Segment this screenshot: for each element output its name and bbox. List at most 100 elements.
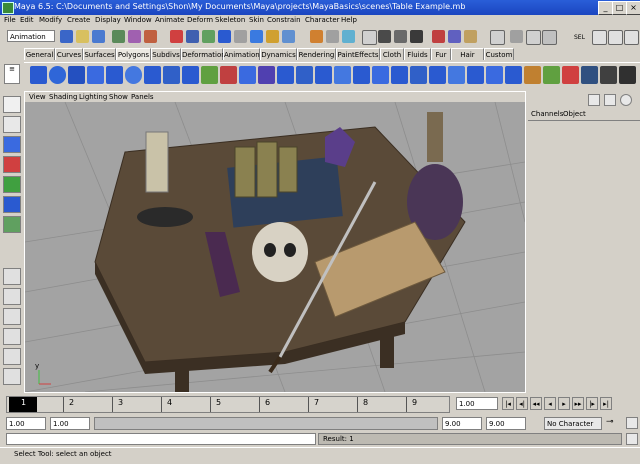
menu-create[interactable]: Create: [67, 16, 90, 24]
step-back-key-button[interactable]: ◂◂: [530, 397, 542, 410]
extrude-edge-icon[interactable]: [353, 66, 370, 84]
delete-edge-icon[interactable]: [562, 66, 579, 84]
menu-set-dropdown[interactable]: Animation: [7, 30, 55, 42]
open-scene-icon[interactable]: [76, 30, 89, 43]
select-object-icon[interactable]: [128, 30, 141, 43]
poly-torus-icon[interactable]: [125, 66, 142, 84]
vp-menu-panels[interactable]: Panels: [131, 93, 154, 101]
play-forwards-button[interactable]: ▸: [558, 397, 570, 410]
vp-menu-lighting[interactable]: Lighting: [79, 93, 107, 101]
combine-icon[interactable]: [201, 66, 218, 84]
start-time-field[interactable]: 1.00: [6, 417, 46, 430]
mask-dynamics-icon[interactable]: [250, 30, 263, 43]
boolean-union-icon[interactable]: [277, 66, 294, 84]
planar-map-icon[interactable]: [619, 66, 636, 84]
layout-two-icon[interactable]: [3, 308, 21, 325]
channel-toggle-icon[interactable]: [526, 30, 541, 45]
menu-constrain[interactable]: Constrain: [267, 16, 301, 24]
separate-icon[interactable]: [220, 66, 237, 84]
tab-channels[interactable]: Channels: [531, 110, 563, 118]
tab-fur[interactable]: Fur: [431, 48, 451, 60]
extract-icon[interactable]: [239, 66, 256, 84]
sel-options-icon[interactable]: [624, 30, 639, 45]
vp-menu-show[interactable]: Show: [109, 93, 128, 101]
poly-pyramid-icon[interactable]: [163, 66, 180, 84]
perspective-viewport[interactable]: View Shading Lighting Show Panels y: [24, 91, 526, 393]
bevel-icon[interactable]: [448, 66, 465, 84]
history-icon[interactable]: [362, 30, 377, 45]
uv-editor-icon[interactable]: [581, 66, 598, 84]
select-hierarchy-icon[interactable]: [112, 30, 125, 43]
menu-display[interactable]: Display: [95, 16, 121, 24]
step-forward-key-button[interactable]: ▸▸: [572, 397, 584, 410]
collapse-icon[interactable]: [543, 66, 560, 84]
tab-hair[interactable]: Hair: [451, 48, 484, 60]
go-to-end-button[interactable]: ▸|: [600, 397, 612, 410]
layout-four-icon[interactable]: [3, 288, 21, 305]
poly-pipe-icon[interactable]: [182, 66, 199, 84]
vp-menu-shading[interactable]: Shading: [49, 93, 77, 101]
menu-help[interactable]: Help: [341, 16, 357, 24]
layout-outliner-icon[interactable]: [3, 368, 21, 385]
time-ruler[interactable]: 1 2 3 4 5 6 7 8 9: [6, 396, 450, 413]
command-input[interactable]: [6, 433, 316, 445]
new-scene-icon[interactable]: [60, 30, 73, 43]
toggle-mode2-icon[interactable]: [448, 30, 461, 43]
poly-cube-icon[interactable]: [30, 66, 47, 84]
tab-curves[interactable]: Curves: [55, 48, 83, 60]
soft-mod-tool-icon[interactable]: [3, 216, 21, 233]
snap-grid-icon[interactable]: [310, 30, 323, 43]
move-tool-icon[interactable]: [3, 136, 21, 153]
checker-icon[interactable]: [600, 66, 617, 84]
select-tool-icon[interactable]: [3, 96, 21, 113]
sel-field-icon[interactable]: [592, 30, 607, 45]
menu-skin[interactable]: Skin: [249, 16, 264, 24]
poly-cone-icon[interactable]: [87, 66, 104, 84]
quick-select-icon[interactable]: [464, 30, 477, 43]
layout-single-icon[interactable]: [3, 268, 21, 285]
tab-custom[interactable]: Custom: [484, 48, 514, 60]
lasso-tool-icon[interactable]: [3, 116, 21, 133]
poly-cylinder-icon[interactable]: [68, 66, 85, 84]
snap-point-icon[interactable]: [342, 30, 355, 43]
playback-start-field[interactable]: 1.00: [50, 417, 90, 430]
tab-dynamics[interactable]: Dynamics: [260, 48, 297, 60]
menu-skeleton[interactable]: Skeleton: [215, 16, 245, 24]
end-time-field[interactable]: 9.00: [486, 417, 526, 430]
tab-object[interactable]: Object: [563, 110, 586, 118]
playback-end-field[interactable]: 9.00: [442, 417, 482, 430]
save-scene-icon[interactable]: [92, 30, 105, 43]
step-back-button[interactable]: ◂|: [516, 397, 528, 410]
minimize-button[interactable]: _: [598, 1, 613, 15]
mirror-icon[interactable]: [315, 66, 332, 84]
shelf-menu-icon[interactable]: ≡: [4, 64, 20, 84]
vp-menu-view[interactable]: View: [29, 93, 46, 101]
mask-joints-icon[interactable]: [186, 30, 199, 43]
tab-fluids[interactable]: Fluids: [404, 48, 431, 60]
character-set-dropdown[interactable]: No Character Set: [544, 417, 602, 440]
auto-key-icon[interactable]: ⊸: [606, 417, 614, 427]
manipulator-tool-icon[interactable]: [3, 196, 21, 213]
tab-animation[interactable]: Animation: [223, 48, 260, 60]
append-polygon-icon[interactable]: [391, 66, 408, 84]
boolean-diff-icon[interactable]: [296, 66, 313, 84]
menu-file[interactable]: File: [4, 16, 16, 24]
split-polygon-icon[interactable]: [410, 66, 427, 84]
wedge-icon[interactable]: [467, 66, 484, 84]
render-globals-icon[interactable]: [410, 30, 423, 43]
menu-window[interactable]: Window: [124, 16, 152, 24]
scale-tool-icon[interactable]: [3, 176, 21, 193]
script-editor-button[interactable]: [626, 433, 638, 445]
mask-icon[interactable]: [170, 30, 183, 43]
tab-rendering[interactable]: Rendering: [297, 48, 336, 60]
tab-painteffects[interactable]: PaintEffects: [336, 48, 380, 60]
poly-prism-icon[interactable]: [144, 66, 161, 84]
smooth-icon[interactable]: [258, 66, 275, 84]
tab-polygons[interactable]: Polygons: [116, 48, 151, 60]
extrude-face-icon[interactable]: [334, 66, 351, 84]
mask-deformers-icon[interactable]: [234, 30, 247, 43]
current-time-field[interactable]: 1.00: [456, 397, 498, 410]
tool-settings-icon[interactable]: [620, 94, 632, 106]
menu-animate[interactable]: Animate: [155, 16, 184, 24]
go-to-start-button[interactable]: |◂: [502, 397, 514, 410]
